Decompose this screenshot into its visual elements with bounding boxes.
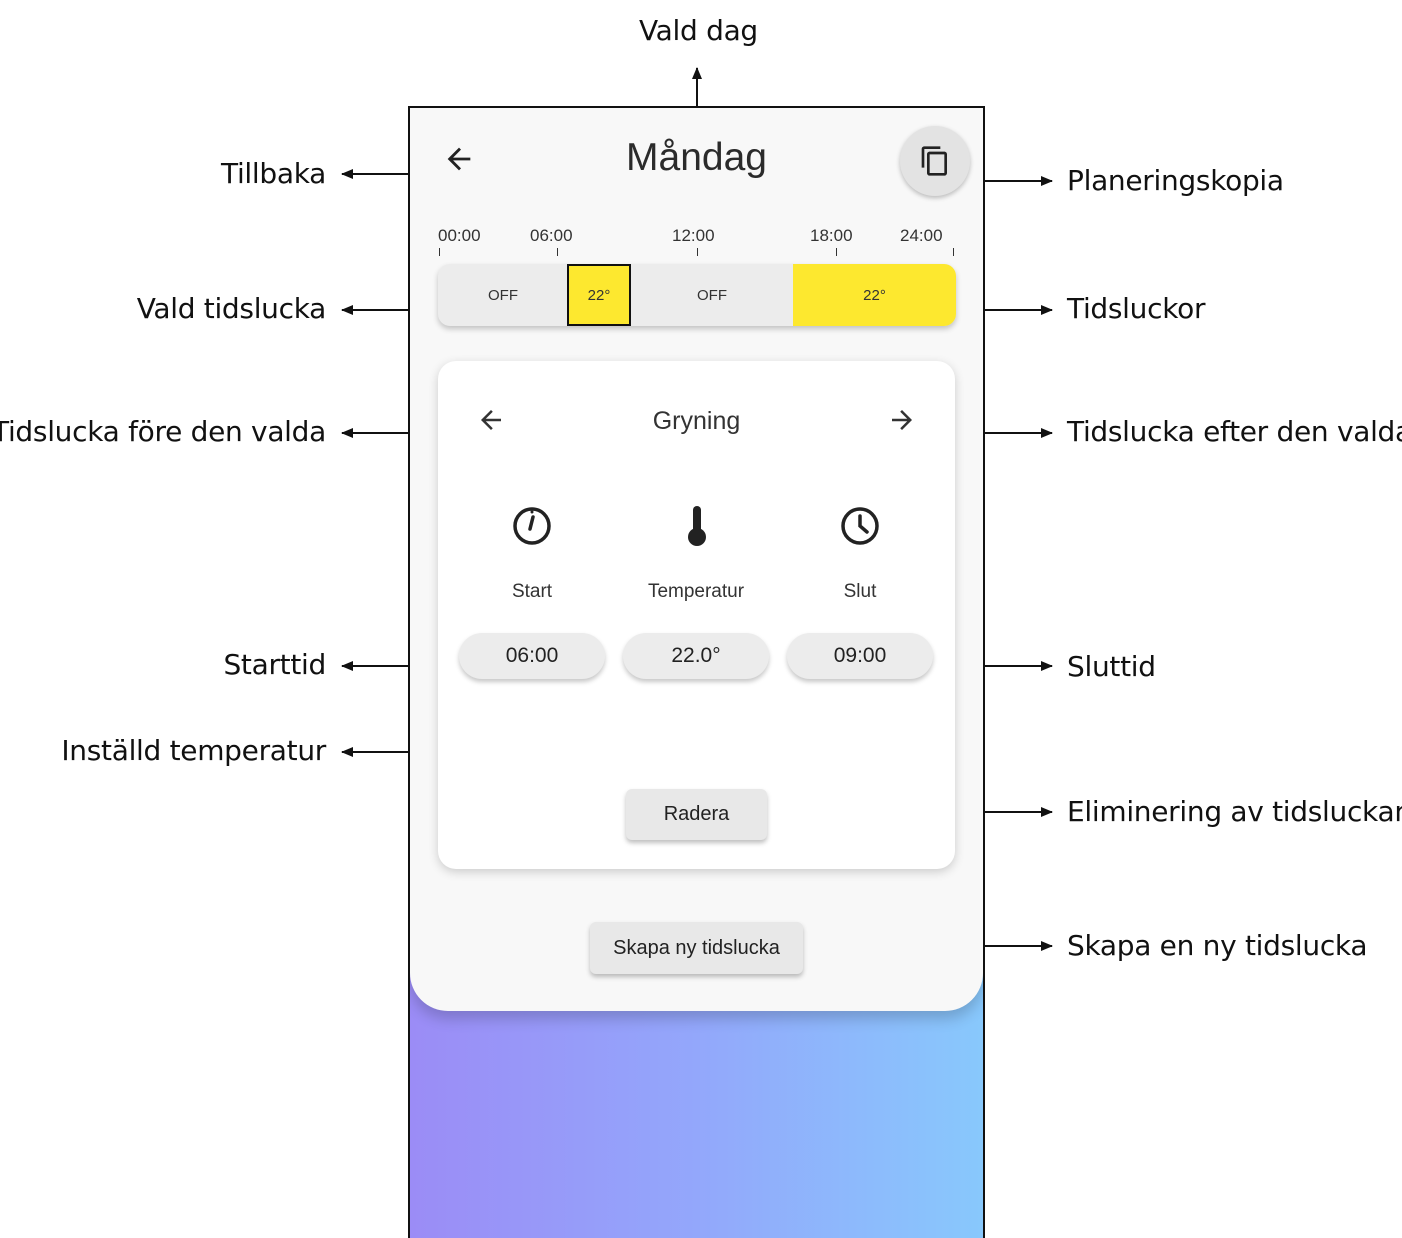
tick-mark: [557, 248, 558, 256]
tick-mark: [439, 248, 440, 256]
start-timer-icon: [510, 504, 554, 548]
annotation-tillbaka: Tillbaka: [221, 157, 326, 190]
tick-label: 00:00: [438, 226, 481, 245]
tick-label: 18:00: [810, 226, 853, 245]
slot-name: Gryning: [652, 407, 741, 435]
timeslot-off-2[interactable]: OFF: [631, 264, 793, 326]
timeslot-selected[interactable]: 22°: [567, 264, 631, 326]
annotation-installd-temperatur: Inställd temperatur: [61, 734, 326, 767]
clock-icon: [838, 504, 882, 548]
arrow-right-icon: [892, 410, 912, 430]
tick-mark: [836, 248, 837, 256]
end-label: Slut: [843, 581, 877, 602]
tick-label: 12:00: [672, 226, 715, 245]
timeslot-evening[interactable]: 22°: [793, 264, 956, 326]
tick-label: 06:00: [530, 226, 573, 245]
annotation-planeringskopia: Planeringskopia: [1067, 164, 1284, 197]
create-slot-button[interactable]: Skapa ny tidslucka: [590, 922, 803, 974]
phone-screen: Måndag 00:00 06:00 12:00 18:00 24:00 OFF…: [408, 106, 985, 1238]
annotation-starttid: Starttid: [223, 648, 326, 681]
temperature-button[interactable]: 22.0°: [623, 633, 769, 679]
next-slot-button[interactable]: [887, 405, 917, 435]
end-time-button[interactable]: 09:00: [787, 633, 933, 679]
annotation-tidsluckor: Tidsluckor: [1067, 292, 1206, 325]
copy-icon: [921, 146, 947, 176]
temperature-label: Temperatur: [647, 581, 745, 602]
thermometer-icon: [675, 504, 719, 548]
tick-label: 24:00: [900, 226, 943, 245]
timeslot-off-1[interactable]: OFF: [438, 264, 568, 326]
start-time-button[interactable]: 06:00: [459, 633, 605, 679]
timeslot-bar: OFF 22° OFF 22°: [438, 264, 956, 326]
annotation-vald-tidslucka: Vald tidslucka: [136, 292, 327, 325]
schedule-sheet: Måndag 00:00 06:00 12:00 18:00 24:00 OFF…: [410, 108, 983, 1011]
annotation-eliminering: Eliminering av tidsluckan: [1067, 795, 1402, 828]
annotation-tidslucka-fore: Tidslucka före den valda: [0, 415, 326, 448]
page-title: Måndag: [626, 136, 767, 179]
annotation-skapa-ny: Skapa en ny tidslucka: [1067, 929, 1368, 962]
copy-schedule-button[interactable]: [900, 126, 970, 196]
start-label: Start: [511, 581, 553, 602]
timeslot-detail-card: Gryning Start Temperatur Slut 06:00 22.0…: [438, 361, 955, 869]
tick-mark: [697, 248, 698, 256]
annotation-sluttid: Sluttid: [1067, 650, 1156, 683]
annotation-vald-dag: Vald dag: [639, 14, 758, 47]
tick-mark: [953, 248, 954, 256]
delete-slot-button[interactable]: Radera: [626, 789, 767, 840]
annotation-tidslucka-efter: Tidslucka efter den valda: [1067, 415, 1402, 448]
